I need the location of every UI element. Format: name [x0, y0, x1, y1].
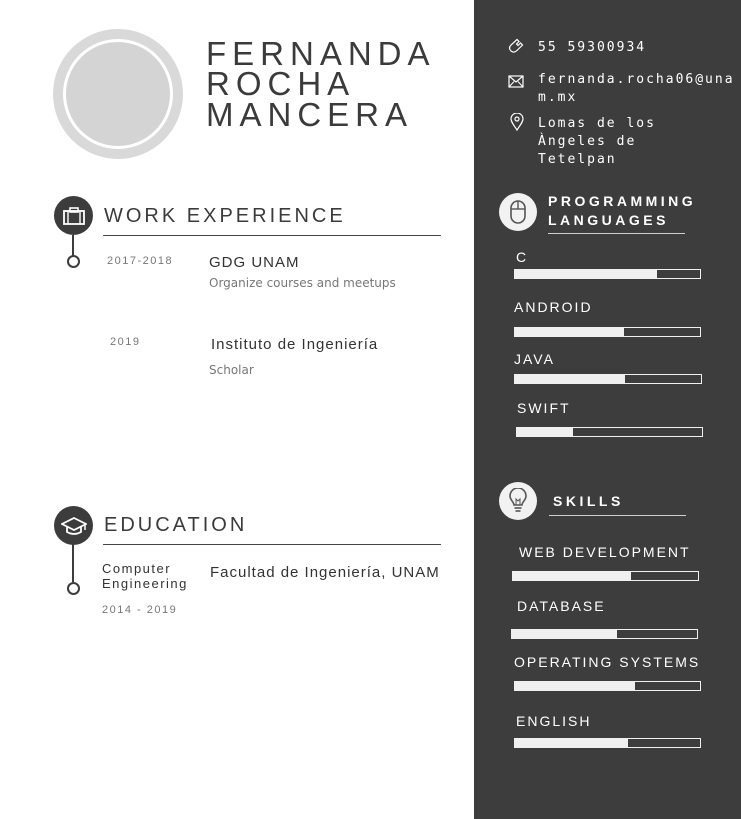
- work-org: Instituto de Ingeniería: [211, 336, 379, 353]
- skill-bar: [512, 571, 699, 581]
- education-title: EDUCATION: [104, 514, 248, 536]
- address-line: Lomas de los: [538, 116, 656, 131]
- education-years: 2014 - 2019: [102, 604, 178, 616]
- email: fernanda.rocha06@una m.mx: [538, 71, 735, 107]
- education-timeline: [72, 544, 74, 582]
- language-label: ANDROID: [514, 299, 593, 315]
- language-bar: [514, 374, 702, 384]
- work-experience-title: WORK EXPERIENCE: [104, 205, 346, 227]
- skill-bar-fill: [515, 682, 636, 690]
- name-last: MANCERA: [206, 96, 414, 133]
- work-date: 2019: [110, 336, 141, 348]
- degree: Computer Engineering: [102, 561, 188, 591]
- location-icon: [510, 112, 524, 136]
- programming-title-line: LANGUAGES: [548, 212, 669, 228]
- work-description: Organize courses and meetups: [209, 276, 396, 290]
- language-label: JAVA: [514, 351, 555, 367]
- language-bar-fill: [515, 328, 625, 336]
- work-date: 2017-2018: [107, 255, 174, 267]
- programming-title-line: PROGRAMMING: [548, 193, 697, 209]
- skills-title: SKILLS: [553, 493, 624, 509]
- lightbulb-icon: [499, 482, 537, 520]
- mail-icon: [508, 75, 524, 93]
- skill-bar-fill: [513, 572, 632, 580]
- programming-divider: [548, 233, 685, 234]
- skill-label: ENGLISH: [516, 713, 592, 729]
- email-line: m.mx: [538, 90, 578, 105]
- graduation-cap-icon: [54, 506, 93, 545]
- language-bar: [516, 427, 703, 437]
- work-description: Scholar: [209, 363, 254, 377]
- skill-label: WEB DEVELOPMENT: [519, 544, 691, 560]
- mouse-icon: [499, 193, 537, 231]
- skill-bar-fill: [512, 630, 618, 638]
- skill-bar-fill: [515, 739, 628, 747]
- skill-label: OPERATING SYSTEMS: [514, 654, 701, 670]
- phone-number: 55 59300934: [538, 40, 647, 55]
- language-bar: [514, 269, 701, 279]
- skill-bar: [511, 629, 698, 639]
- language-bar-fill: [517, 428, 573, 436]
- address-line: Àngeles de: [538, 134, 637, 149]
- skill-label: DATABASE: [517, 598, 606, 614]
- avatar: [63, 39, 173, 149]
- language-label: C: [516, 249, 529, 265]
- work-timeline-dot: [67, 255, 80, 268]
- briefcase-icon: [54, 196, 93, 235]
- skill-bar: [514, 738, 701, 748]
- degree-line: Computer: [102, 561, 172, 576]
- work-timeline: [72, 235, 74, 257]
- school-name: Facultad de Ingeniería, UNAM: [210, 564, 440, 581]
- degree-line: Engineering: [102, 576, 188, 591]
- education-divider: [103, 544, 441, 545]
- work-divider: [103, 235, 441, 236]
- education-timeline-dot: [67, 582, 80, 595]
- programming-title: PROGRAMMING LANGUAGES: [548, 192, 696, 230]
- language-label: SWIFT: [517, 400, 571, 416]
- phone-icon: [508, 38, 524, 59]
- work-org: GDG UNAM: [209, 254, 300, 271]
- language-bar-fill: [515, 270, 658, 278]
- skills-divider: [549, 515, 686, 516]
- address: Lomas de los Àngeles de Tetelpan: [538, 115, 656, 169]
- email-line: fernanda.rocha06@una: [538, 72, 735, 87]
- address-line: Tetelpan: [538, 152, 617, 167]
- skill-bar: [514, 681, 701, 691]
- language-bar: [514, 327, 701, 337]
- language-bar-fill: [515, 375, 625, 383]
